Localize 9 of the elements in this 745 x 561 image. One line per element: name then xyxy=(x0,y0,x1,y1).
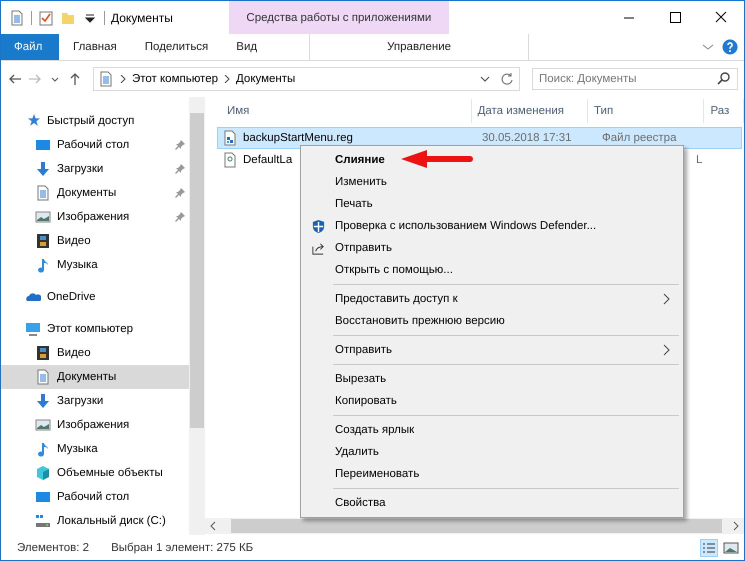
window-title: Документы xyxy=(111,10,173,24)
type-cell: Файл реестра xyxy=(602,132,676,144)
file-name: backupStartMenu.reg xyxy=(243,132,353,144)
selection-info: Выбран 1 элемент: 275 КБ xyxy=(111,542,254,554)
date-cell: 30.05.2018 17:31 xyxy=(482,132,572,144)
item-count: Элементов: 2 xyxy=(17,542,90,554)
file-name: DefaultLa xyxy=(243,154,292,166)
context-tab-group: Средства работы с приложениями xyxy=(228,1,449,34)
type-cell: L xyxy=(696,154,702,166)
